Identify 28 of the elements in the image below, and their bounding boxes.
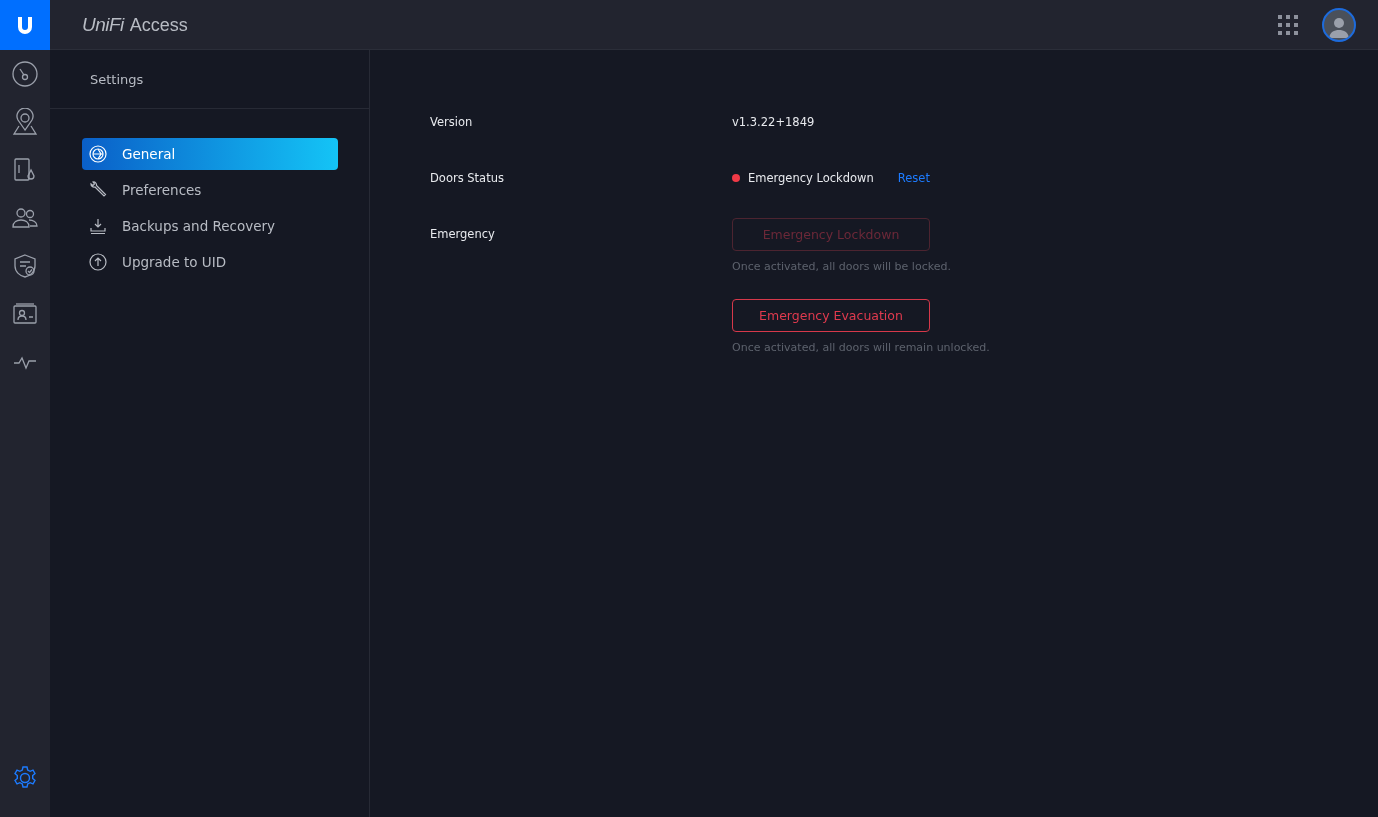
map-pin-icon xyxy=(11,108,39,136)
version-value: v1.3.22+1849 xyxy=(732,114,815,130)
setting-label: Doors Status xyxy=(430,170,505,186)
globe-icon xyxy=(88,144,108,164)
upload-circle-icon xyxy=(88,252,108,272)
shield-icon xyxy=(11,252,39,280)
settings-menu-item[interactable]: General xyxy=(82,138,338,170)
button-hint: Once activated, all doors will remain unlocked. xyxy=(732,341,990,354)
settings-menu-item[interactable]: Preferences xyxy=(82,174,338,206)
settings-menu-item[interactable]: Upgrade to UID xyxy=(82,246,338,278)
user-avatar[interactable] xyxy=(1322,7,1356,42)
gauge-icon xyxy=(11,60,39,88)
shield-nav-button[interactable] xyxy=(11,252,39,280)
gauge-nav-button[interactable] xyxy=(11,60,39,88)
settings-menu-item[interactable]: Backups and Recovery xyxy=(82,210,338,242)
setting-label: Emergency xyxy=(430,226,496,243)
app-logo[interactable] xyxy=(0,0,50,50)
brand-logo-text: UniFi xyxy=(82,13,124,36)
panel-title: Settings xyxy=(50,50,369,109)
product-name: Access xyxy=(129,14,188,36)
status-text: Emergency Lockdown xyxy=(748,170,874,186)
download-tray-icon xyxy=(88,216,108,236)
button-hint: Once activated, all doors will be locked. xyxy=(732,260,952,273)
reset-link[interactable]: Reset xyxy=(897,170,930,186)
emergency-button[interactable]: Emergency Evacuation xyxy=(732,299,930,332)
setting-label: Version xyxy=(430,114,474,130)
pin-nav-button[interactable] xyxy=(11,108,39,136)
apps-grid-icon[interactable] xyxy=(1278,14,1298,35)
